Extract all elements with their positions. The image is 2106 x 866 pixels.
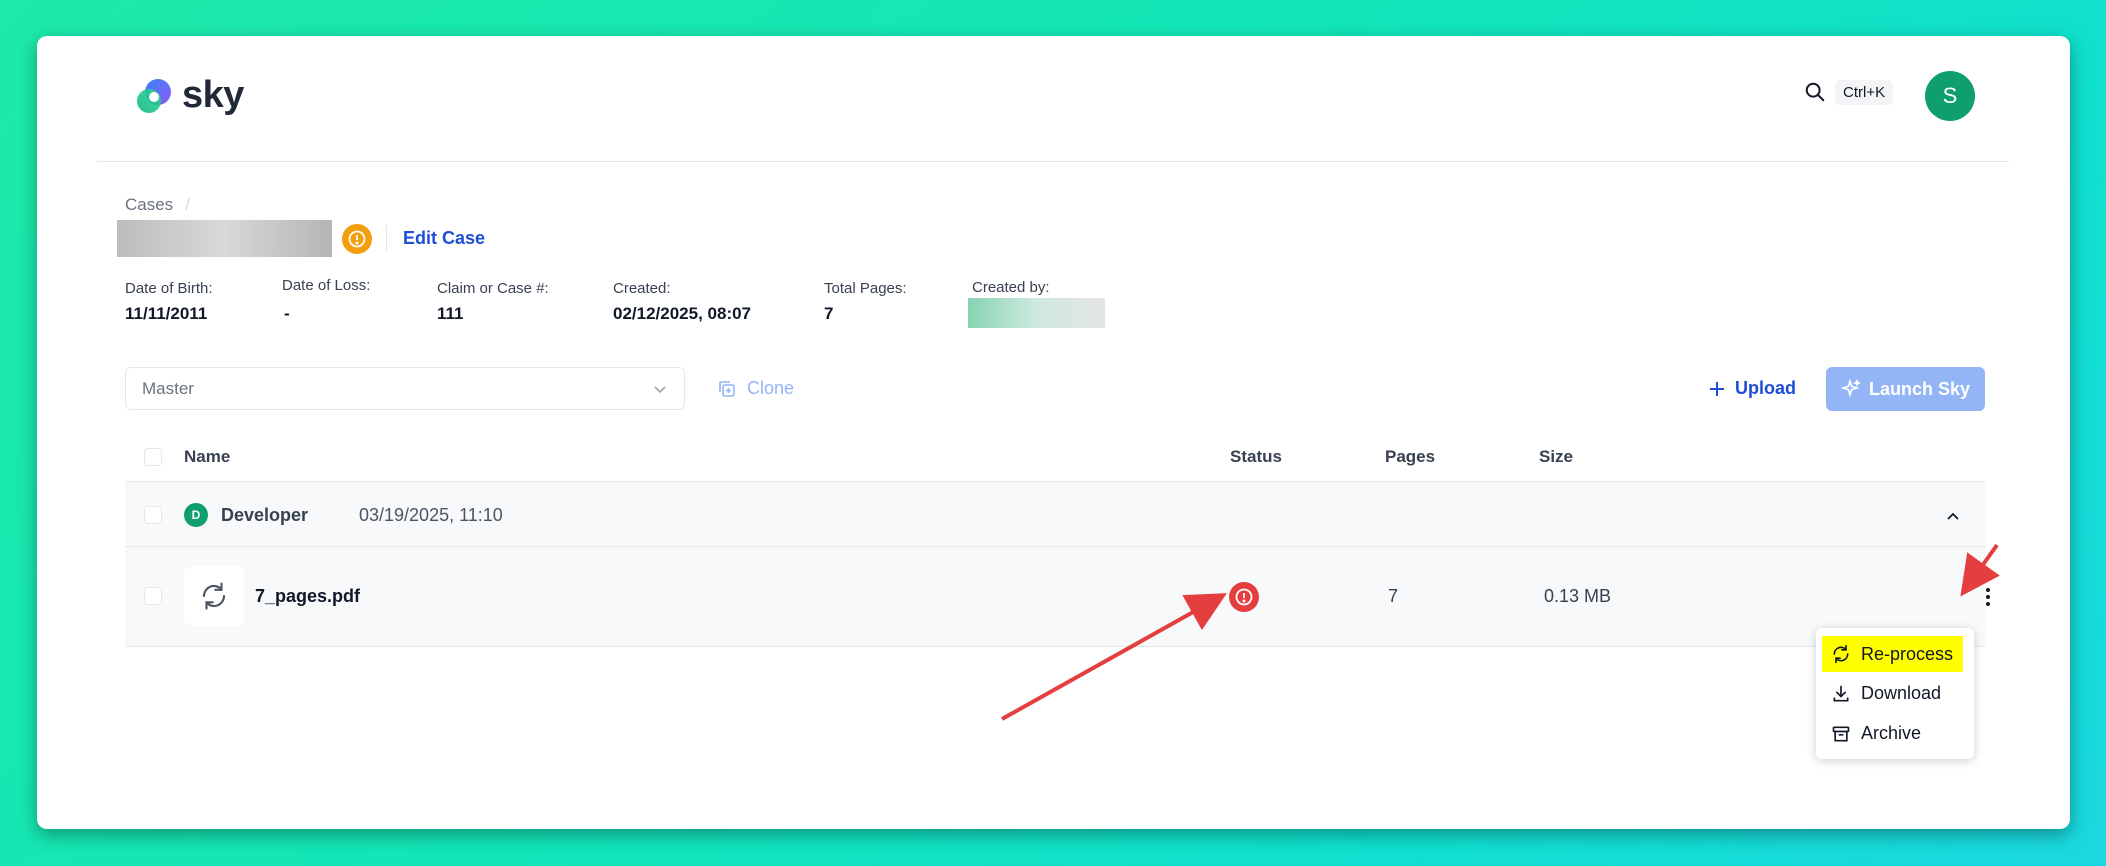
- main-card: sky Ctrl+K S Cases / Edit Case Date of B…: [37, 36, 2070, 829]
- annotation-arrows: [1001, 543, 2000, 721]
- arrow-to-status-icon: [1001, 593, 1227, 721]
- arrow-to-more-options: [1960, 543, 2000, 597]
